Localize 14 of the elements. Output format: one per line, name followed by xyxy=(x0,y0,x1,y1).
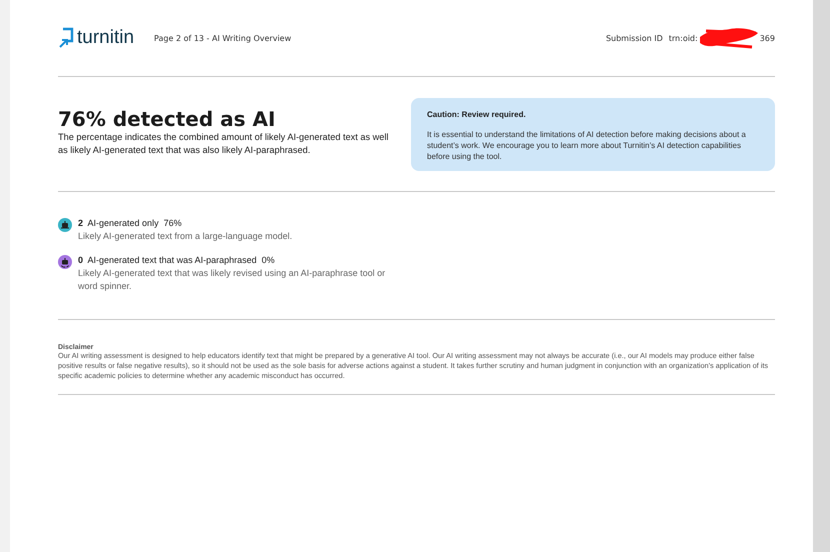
submission-label: Submission ID xyxy=(606,34,663,42)
caution-text: It is essential to understand the limitations of AI detection before making decisions about a student’s work. We encourage you to learn more about Turnitin’s AI detection capabilities before using the tool. xyxy=(427,129,747,163)
summary-description: The percentage indicates the combined amount of likely AI-generated text as well as likely AI-generated text that was also likely AI-paraphrased. xyxy=(58,131,390,157)
caution-title: Caution: Review required. xyxy=(427,110,527,119)
arrow-logo-icon xyxy=(58,27,74,49)
submission-id: trn:oid: xyxy=(668,34,698,42)
category-heading: 2 AI-generated only 76% xyxy=(78,216,183,230)
category-description: Likely AI-generated text from a large-language model. xyxy=(78,230,294,243)
category-description: Likely AI-generated text that was likely revised using an AI-paraphrase tool or word spinner. xyxy=(78,266,386,293)
page-info: Page 2 of 13 - AI Writing Overview xyxy=(154,34,292,42)
ai-percentage-heading: 76% detected as AI xyxy=(58,108,276,131)
category-heading: 0 AI-generated text that was AI-paraphrased 0% xyxy=(78,254,276,267)
logo-text: turnitin xyxy=(77,27,134,49)
submission-id: 369 xyxy=(760,34,775,42)
